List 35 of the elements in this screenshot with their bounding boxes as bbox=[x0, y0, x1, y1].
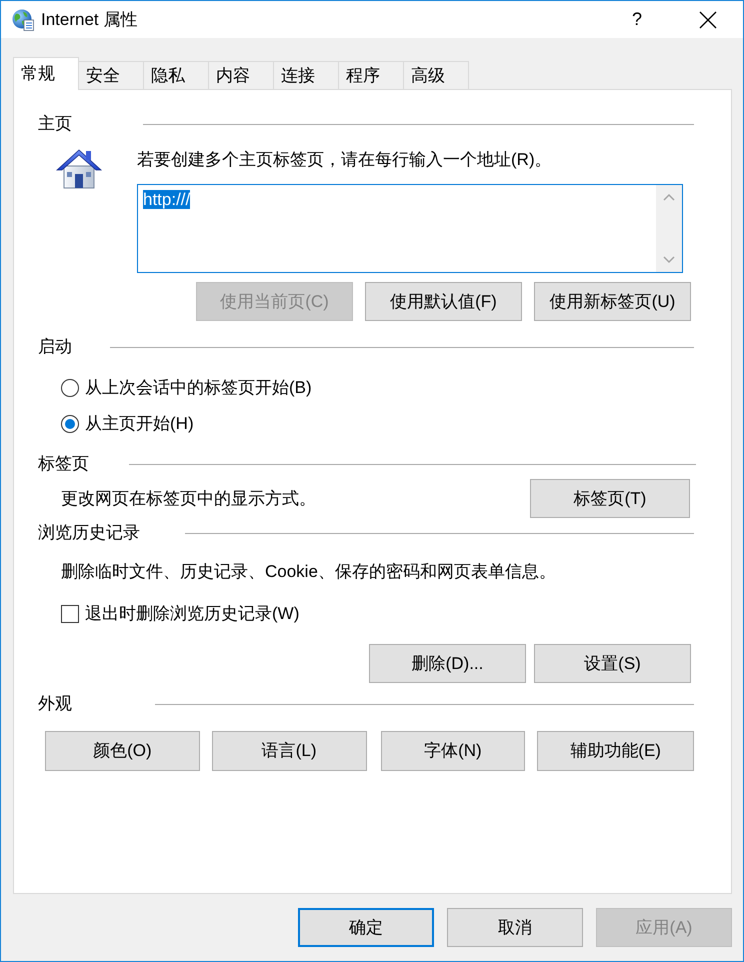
option-label[interactable]: 从上次会话中的标签页开始(B) bbox=[85, 376, 312, 400]
help-button[interactable]: ? bbox=[614, 2, 660, 38]
scrollbar[interactable] bbox=[656, 185, 682, 272]
instruction-text: 若要创建多个主页标签页，请在每行输入一个地址(R)。 bbox=[137, 149, 552, 171]
appearance-button[interactable]: 颜色(O) bbox=[45, 731, 200, 771]
window-title: Internet 属性 bbox=[41, 8, 138, 30]
appearance-button[interactable]: 字体(N) bbox=[380, 731, 526, 771]
option-label[interactable]: 从主页开始(H) bbox=[85, 412, 194, 436]
radio-button[interactable] bbox=[61, 379, 79, 397]
checkbox-label[interactable]: 退出时删除浏览历史记录(W) bbox=[85, 602, 300, 626]
section-heading: 标签页 bbox=[38, 453, 89, 475]
globe-document-icon bbox=[12, 8, 34, 30]
history-button[interactable]: 设置(S) bbox=[534, 644, 691, 683]
section-heading: 启动 bbox=[38, 336, 72, 358]
tabs-settings-button[interactable]: 标签页(T) bbox=[530, 479, 690, 518]
radio-button[interactable] bbox=[61, 415, 79, 433]
dialog-button[interactable]: 取消 bbox=[447, 908, 583, 947]
homepage-button[interactable]: 使用新标签页(U) bbox=[534, 282, 691, 321]
history-button[interactable]: 删除(D)... bbox=[369, 644, 526, 683]
tab[interactable]: 常规 bbox=[13, 57, 79, 90]
description-text: 更改网页在标签页中的显示方式。 bbox=[61, 488, 316, 510]
section-heading: 浏览历史记录 bbox=[38, 522, 140, 544]
down-chevron-icon bbox=[663, 256, 675, 264]
tab[interactable]: 高级 bbox=[403, 61, 469, 89]
dialog-button[interactable]: 确定 bbox=[298, 908, 434, 947]
up-chevron-icon bbox=[663, 193, 675, 201]
section-heading: 外观 bbox=[38, 693, 72, 715]
appearance-button[interactable]: 语言(L) bbox=[212, 731, 366, 771]
checkbox[interactable] bbox=[61, 605, 79, 623]
appearance-button[interactable]: 辅助功能(E) bbox=[537, 731, 694, 771]
section-heading: 主页 bbox=[38, 113, 72, 135]
homepage-button[interactable]: 使用默认值(F) bbox=[365, 282, 522, 321]
close-icon bbox=[699, 10, 717, 28]
description-text: 删除临时文件、历史记录、Cookie、保存的密码和网页表单信息。 bbox=[61, 561, 556, 583]
address-field[interactable]: http:/// bbox=[137, 184, 683, 273]
